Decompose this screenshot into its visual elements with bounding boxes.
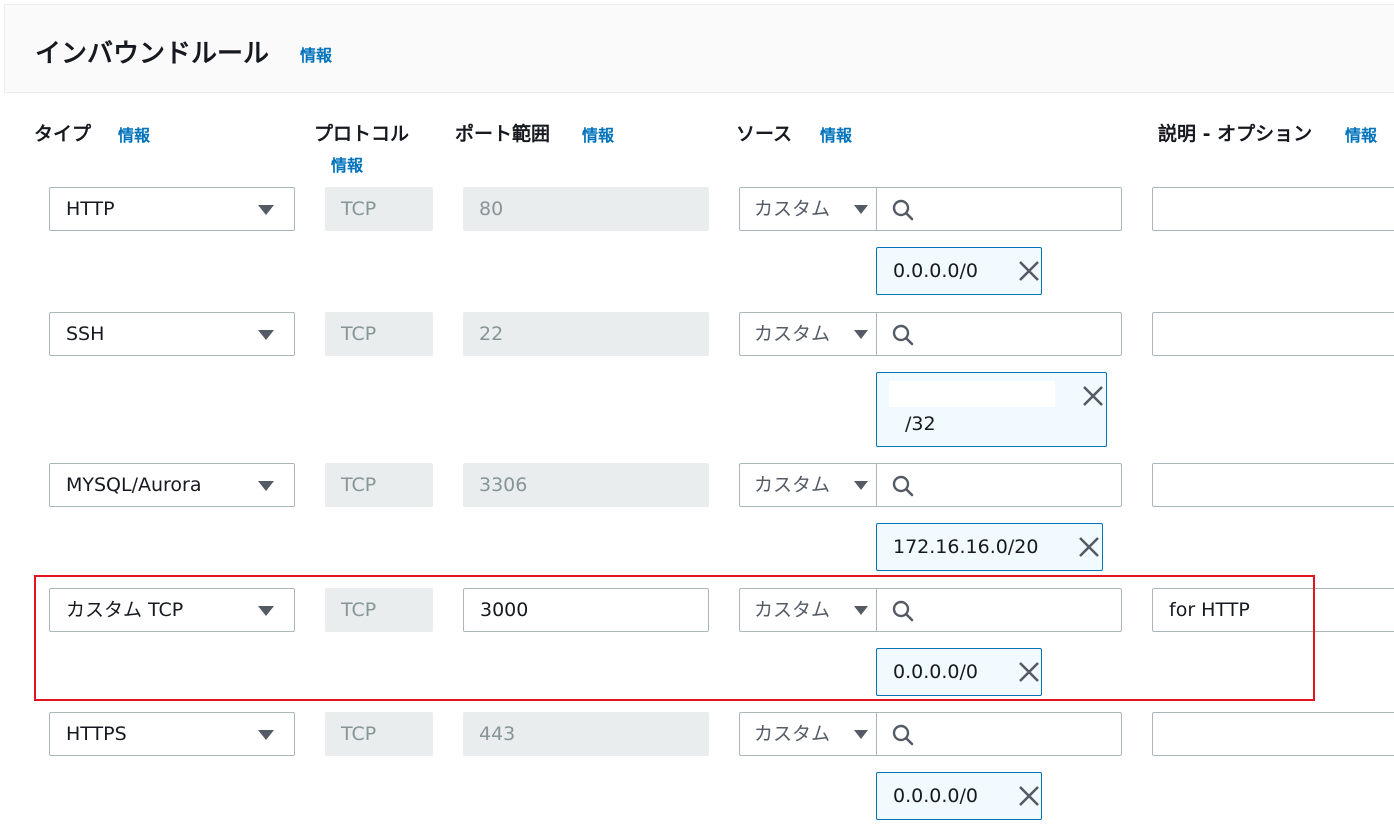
type-info-link[interactable]: 情報 xyxy=(118,122,150,146)
type-select-value: MYSQL/Aurora xyxy=(66,474,202,496)
source-token: 0.0.0.0/0 xyxy=(876,247,1042,295)
search-icon xyxy=(892,324,914,346)
type-select[interactable]: SSH xyxy=(49,312,295,356)
source-token-value: 172.16.16.0/20 xyxy=(893,536,1039,558)
type-select-value: HTTP xyxy=(66,198,115,220)
description-info-link[interactable]: 情報 xyxy=(1345,122,1377,146)
close-icon[interactable] xyxy=(1081,384,1105,408)
caret-down-icon xyxy=(258,730,274,740)
caret-down-icon xyxy=(258,330,274,340)
source-token: 0.0.0.0/0 xyxy=(876,772,1042,820)
source-type-select[interactable]: カスタム xyxy=(739,463,876,507)
protocol-field: TCP xyxy=(325,463,433,507)
source-type-value: カスタム xyxy=(754,723,831,745)
protocol-field: TCP xyxy=(325,312,433,356)
source-type-value: カスタム xyxy=(754,474,831,496)
source-info-link[interactable]: 情報 xyxy=(820,122,852,146)
title-info-link[interactable]: 情報 xyxy=(300,42,332,66)
close-icon[interactable] xyxy=(1017,784,1041,808)
source-token-value: 0.0.0.0/0 xyxy=(893,260,978,282)
port-range-field: 3306 xyxy=(463,463,709,507)
port-info-link[interactable]: 情報 xyxy=(582,122,614,146)
type-select[interactable]: HTTP xyxy=(49,187,295,231)
source-search-input[interactable] xyxy=(876,712,1122,756)
description-input[interactable] xyxy=(1152,712,1394,756)
port-range-field: 22 xyxy=(463,312,709,356)
column-header-protocol: プロトコル xyxy=(314,123,410,145)
port-range-field: 80 xyxy=(463,187,709,231)
type-select-value: SSH xyxy=(66,323,105,345)
type-select[interactable]: MYSQL/Aurora xyxy=(49,463,295,507)
column-header-description: 説明 - オプション xyxy=(1158,123,1313,145)
description-input[interactable] xyxy=(1152,463,1394,507)
source-type-select[interactable]: カスタム xyxy=(739,187,876,231)
source-search-input[interactable] xyxy=(876,463,1122,507)
source-type-select[interactable]: カスタム xyxy=(739,312,876,356)
inbound-rules-header: インバウンドルール 情報 xyxy=(4,4,1394,93)
column-header-type: タイプ xyxy=(34,123,92,145)
source-search-input[interactable] xyxy=(876,312,1122,356)
source-type-value: カスタム xyxy=(754,198,831,220)
description-input[interactable] xyxy=(1152,312,1394,356)
protocol-info-link[interactable]: 情報 xyxy=(331,152,363,176)
source-type-value: カスタム xyxy=(754,323,831,345)
source-token-value: /32 xyxy=(905,413,936,435)
highlight-box xyxy=(34,575,1315,701)
protocol-field: TCP xyxy=(325,187,433,231)
source-token: 172.16.16.0/20 xyxy=(876,523,1103,571)
type-select-value: HTTPS xyxy=(66,723,127,745)
caret-down-icon xyxy=(258,205,274,215)
port-range-field: 443 xyxy=(463,712,709,756)
caret-down-icon xyxy=(854,330,868,339)
caret-down-icon xyxy=(854,730,868,739)
source-token-value: 0.0.0.0/0 xyxy=(893,785,978,807)
caret-down-icon xyxy=(854,205,868,214)
source-type-select[interactable]: カスタム xyxy=(739,712,876,756)
close-icon[interactable] xyxy=(1017,259,1041,283)
protocol-field: TCP xyxy=(325,712,433,756)
page-title: インバウンドルール xyxy=(35,39,270,69)
search-icon xyxy=(892,199,914,221)
type-select[interactable]: HTTPS xyxy=(49,712,295,756)
caret-down-icon xyxy=(258,481,274,491)
redacted-area xyxy=(889,381,1055,407)
description-input[interactable] xyxy=(1152,187,1394,231)
search-icon xyxy=(892,724,914,746)
column-header-port-range: ポート範囲 xyxy=(455,123,551,145)
close-icon[interactable] xyxy=(1077,535,1101,559)
search-icon xyxy=(892,475,914,497)
caret-down-icon xyxy=(854,481,868,490)
column-header-source: ソース xyxy=(736,123,793,145)
source-search-input[interactable] xyxy=(876,187,1122,231)
source-token: /32 xyxy=(876,372,1107,447)
